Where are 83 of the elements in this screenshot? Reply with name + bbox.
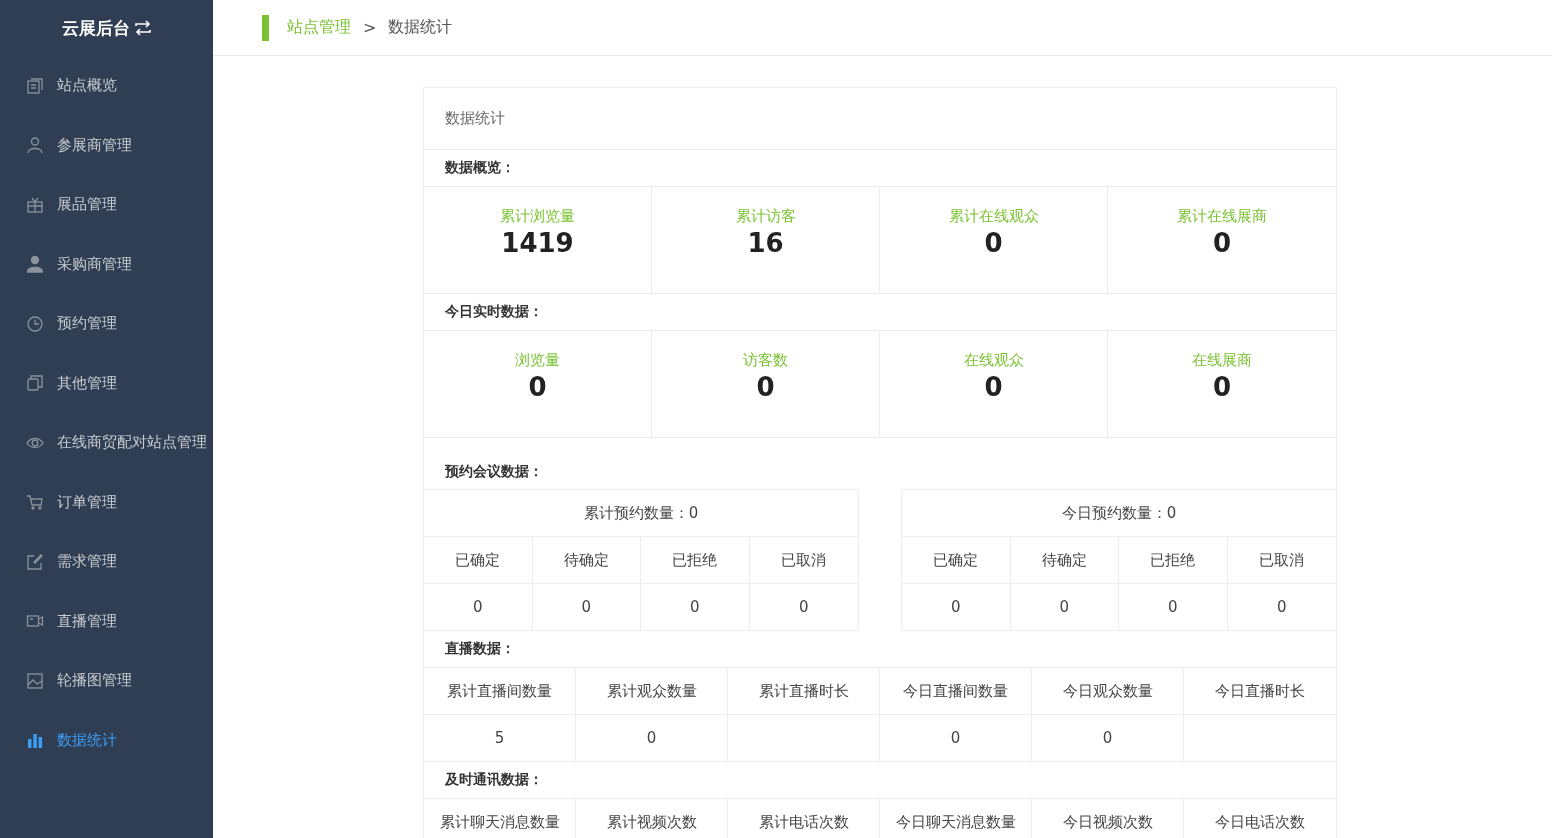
table-header-cell: 已取消: [1227, 537, 1336, 584]
sidebar-item[interactable]: 需求管理: [0, 532, 213, 592]
section-heading: 预约会议数据：: [445, 463, 543, 481]
table-cell: 0: [880, 715, 1032, 762]
person-icon: [26, 255, 44, 274]
stat-label: 在线观众: [963, 351, 1024, 370]
table-header-cell: 今日直播间数量: [880, 668, 1032, 715]
table-header-cell: 已确定: [424, 537, 533, 584]
stat-label: 累计在线展商: [1177, 207, 1267, 226]
table-header-cell: 累计观众数量: [576, 668, 728, 715]
app-title: 云展后台: [61, 16, 130, 40]
stat-label: 在线展商: [1192, 351, 1252, 370]
table-cell: 累计预约数量：0: [424, 490, 858, 537]
stat-value: 0: [984, 372, 1003, 402]
bar-chart-icon: [26, 731, 44, 750]
table-header-cell: 已取消: [749, 537, 858, 584]
stat-label: 累计浏览量: [500, 207, 575, 226]
stat-label: 访客数: [743, 351, 788, 370]
edit-icon: [26, 552, 44, 571]
table-header-cell: 已确定: [902, 537, 1011, 584]
stat-value: 0: [984, 228, 1003, 258]
sidebar-item[interactable]: 采购商管理: [0, 234, 213, 294]
section-heading: 数据概览：: [445, 159, 515, 177]
table-cell: 0: [576, 715, 728, 762]
stat-value: 1419: [501, 228, 574, 258]
section-heading: 今日实时数据：: [445, 303, 543, 321]
table-cell: 0: [1032, 715, 1184, 762]
sidebar-item[interactable]: 在线商贸配对站点管理: [0, 413, 213, 473]
stat-value: 0: [1212, 372, 1232, 402]
table-cell: 0: [424, 584, 533, 631]
table-cell: 0: [1010, 584, 1119, 631]
table-cell: 0: [1227, 584, 1336, 631]
sidebar-item[interactable]: 参展商管理: [0, 115, 213, 175]
accent-bar: [262, 14, 269, 41]
table-header-cell: 今日直播时长: [1184, 668, 1336, 715]
table-header-cell: 累计聊天消息数量: [424, 799, 576, 838]
sidebar-item[interactable]: 数据统计: [0, 710, 213, 770]
section-heading: 及时通讯数据：: [445, 771, 543, 789]
stat-value: 16: [747, 228, 784, 258]
table-header-cell: 今日聊天消息数量: [880, 799, 1032, 838]
card-title: 数据统计: [445, 109, 505, 128]
cart-icon: [26, 493, 44, 512]
document-icon: [26, 76, 44, 95]
stat-value: 0: [528, 372, 547, 402]
breadcrumb-separator: >: [363, 18, 377, 37]
sidebar-item[interactable]: 其他管理: [0, 353, 213, 413]
table-header-cell: 今日观众数量: [1032, 668, 1184, 715]
sidebar-item[interactable]: 订单管理: [0, 472, 213, 532]
clock-icon: [26, 314, 44, 333]
table-header-cell: 已拒绝: [1119, 537, 1228, 584]
stat-label: 累计访客: [735, 207, 796, 226]
person-icon: [26, 136, 44, 155]
table-cell: 0: [641, 584, 750, 631]
sidebar-item[interactable]: 站点概览: [0, 56, 213, 116]
table-cell: 0: [902, 584, 1011, 631]
table-cell: 0: [749, 584, 858, 631]
gift-icon: [26, 195, 44, 214]
switch-arrows-icon[interactable]: [133, 20, 152, 36]
sidebar-item[interactable]: 轮播图管理: [0, 651, 213, 711]
table-header-cell: 今日视频次数: [1032, 799, 1184, 838]
table-header-cell: 今日电话次数: [1184, 799, 1336, 838]
breadcrumb-current: 数据统计: [388, 17, 453, 38]
table-header-cell: 累计直播间数量: [424, 668, 576, 715]
table-cell: 今日预约数量：0: [902, 490, 1336, 537]
stat-label: 浏览量: [515, 351, 560, 370]
table-header-cell: 待确定: [1010, 537, 1119, 584]
table-header-cell: 已拒绝: [641, 537, 750, 584]
picture-icon: [26, 671, 44, 690]
section-heading: 直播数据：: [445, 640, 515, 658]
sidebar-item[interactable]: 展品管理: [0, 175, 213, 235]
table-header-cell: 累计电话次数: [728, 799, 880, 838]
table-cell: 5: [424, 715, 576, 762]
stat-label: 累计在线观众: [948, 207, 1039, 226]
table-cell: 0: [532, 584, 641, 631]
copy-icon: [26, 374, 44, 393]
table-header-cell: 待确定: [532, 537, 641, 584]
stat-value: 0: [1212, 228, 1232, 258]
sidebar-item[interactable]: 预约管理: [0, 294, 213, 354]
table-cell: 0: [1119, 584, 1228, 631]
sidebar-item[interactable]: 直播管理: [0, 591, 213, 651]
table-header-cell: 累计直播时长: [728, 668, 880, 715]
table-header-cell: 累计视频次数: [576, 799, 728, 838]
stat-value: 0: [756, 372, 775, 402]
